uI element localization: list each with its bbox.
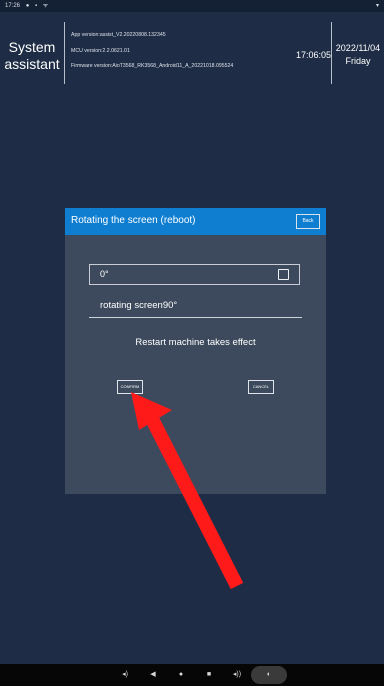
recents-icon[interactable]: ■ (202, 664, 216, 686)
volume-up-icon[interactable]: ◂)) (230, 664, 244, 686)
arrow-shaft (143, 411, 244, 590)
navigation-bar: ◂) ◀ ● ■ ◂)) ◐ (0, 664, 384, 686)
toggle-icon[interactable]: ◐ (251, 666, 287, 684)
volume-down-icon[interactable]: ◂) (118, 664, 132, 686)
back-icon[interactable]: ◀ (146, 664, 160, 686)
home-icon[interactable]: ● (174, 664, 188, 686)
red-arrow-annotation (131, 392, 244, 590)
